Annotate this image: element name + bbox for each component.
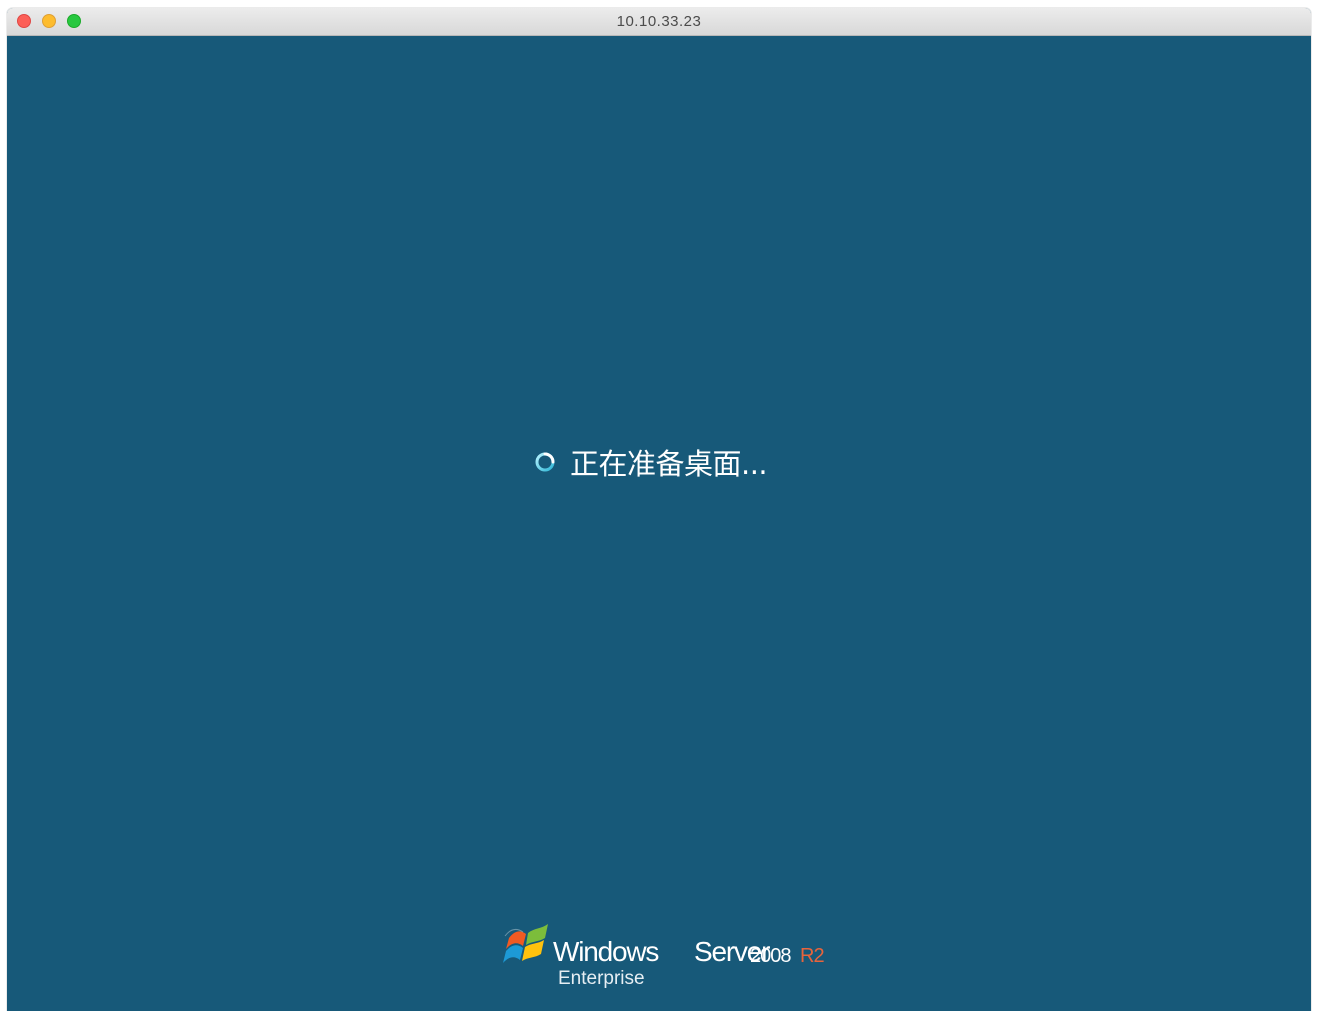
windows-server-branding: Windows Server 2008 R2 Enterprise <box>501 920 831 990</box>
spinner-icon <box>535 452 555 472</box>
remote-desktop-window: 10.10.33.23 正在准备桌面... Windows Server 200… <box>7 8 1311 1011</box>
status-text: 正在准备桌面... <box>570 447 768 481</box>
windows-flag-icon <box>503 924 548 963</box>
brand-edition-text: Enterprise <box>558 968 645 989</box>
brand-version-text: 2008 <box>750 945 791 967</box>
brand-release-text: R2 <box>800 945 825 967</box>
window-title: 10.10.33.23 <box>616 13 702 30</box>
loading-status: 正在准备桌面... <box>534 442 768 482</box>
brand-windows-text: Windows <box>553 936 659 967</box>
title-bar[interactable]: 10.10.33.23 <box>7 8 1311 36</box>
